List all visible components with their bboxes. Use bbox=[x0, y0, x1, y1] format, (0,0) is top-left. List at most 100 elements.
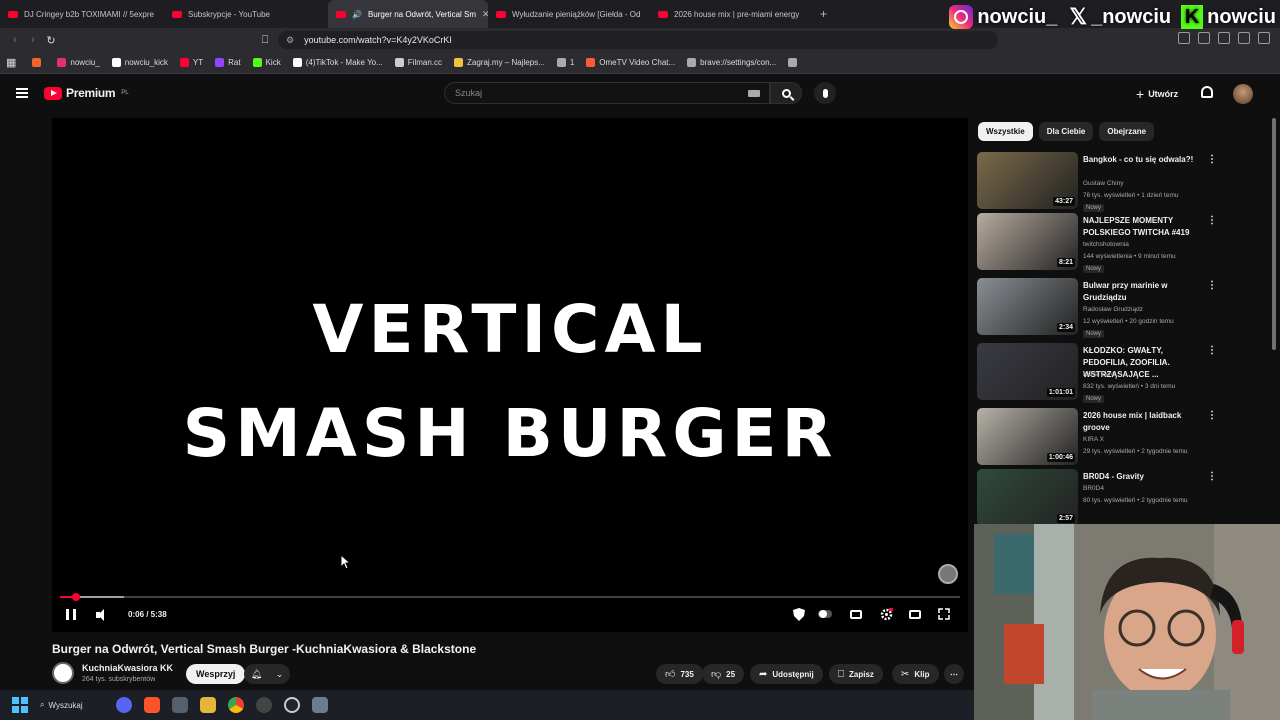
youtube-premium-logo[interactable]: Premium PL bbox=[44, 86, 129, 100]
recommended-video[interactable]: 1:01:01 KŁODZKO: GWAŁTY, PEDOFILIA, ZOOFI… bbox=[977, 343, 1217, 403]
brave-icon[interactable] bbox=[144, 697, 160, 713]
video-thumbnail[interactable]: 1:01:01 bbox=[977, 343, 1078, 400]
bookmark-item[interactable] bbox=[788, 58, 801, 67]
bookmark-item[interactable]: 1 bbox=[556, 58, 574, 67]
video-thumbnail[interactable]: 2:57 bbox=[977, 469, 1078, 526]
browser-tab-active[interactable]: 🔊 Burger na Odwrót, Vertical Sm ✕ bbox=[328, 0, 488, 28]
browser-tab[interactable]: DJ Cringey b2b TOXIMAMI // 5expre bbox=[0, 0, 164, 28]
recommended-title[interactable]: BR0D4 - Gravity bbox=[1083, 471, 1207, 483]
recommended-video[interactable]: 8:21 NAJLEPSZE MOMENTY POLSKIEGO TWITCHA … bbox=[977, 213, 1217, 273]
bookmark-item[interactable]: Filman.cc bbox=[394, 58, 442, 67]
dislike-button[interactable]: 👎︎ 25 bbox=[702, 664, 745, 684]
browser-tab[interactable]: 2026 house mix | pre-miami energy bbox=[650, 0, 812, 28]
reload-icon[interactable]: ↻ bbox=[42, 34, 60, 47]
recommended-channel[interactable]: Kanał Zero bbox=[1083, 371, 1115, 378]
apps-grid-icon[interactable]: ▦ bbox=[6, 56, 16, 69]
extension-icon[interactable] bbox=[1238, 32, 1250, 44]
recommended-channel[interactable]: twitchshotownia bbox=[1083, 241, 1129, 248]
extension-icon[interactable] bbox=[1218, 32, 1230, 44]
progress-scrubber[interactable] bbox=[72, 593, 81, 601]
menu-icon[interactable] bbox=[16, 88, 28, 98]
recommended-channel[interactable]: Radosław Grudziądz bbox=[1083, 306, 1143, 313]
more-vert-icon[interactable]: ⋮ bbox=[1207, 215, 1217, 226]
share-button[interactable]: ➦ Udostępnij bbox=[750, 664, 823, 684]
create-button[interactable]: + Utwórz bbox=[1136, 86, 1178, 102]
voice-search-icon[interactable] bbox=[814, 82, 836, 104]
progress-bar[interactable] bbox=[60, 596, 960, 598]
video-thumbnail[interactable]: 43:27 bbox=[977, 152, 1078, 209]
search-input[interactable]: Szukaj bbox=[444, 82, 770, 104]
bookmark-item[interactable]: Rat bbox=[215, 58, 241, 67]
fullscreen-icon[interactable] bbox=[937, 607, 951, 621]
more-vert-icon[interactable]: ⋮ bbox=[1207, 410, 1217, 421]
video-player[interactable]: VERTICAL SMASH BURGER 0:06 / 5:38 bbox=[52, 118, 968, 632]
search-button[interactable] bbox=[770, 82, 802, 104]
file-explorer-icon[interactable] bbox=[200, 697, 216, 713]
browser-tab[interactable]: Subskrypcje - YouTube bbox=[164, 0, 328, 28]
recommended-video[interactable]: 43:27 Bangkok - co tu się odwala?! Gustaw … bbox=[977, 152, 1217, 212]
more-vert-icon[interactable]: ⋮ bbox=[1207, 280, 1217, 291]
bookmark-item[interactable]: OmeTV Video Chat... bbox=[586, 58, 675, 67]
bookmark-item[interactable]: brave://settings/con... bbox=[687, 58, 776, 67]
extension-icon[interactable] bbox=[1198, 32, 1210, 44]
autoplay-toggle-icon[interactable] bbox=[818, 607, 832, 621]
channel-avatar[interactable] bbox=[52, 662, 74, 684]
recommended-video[interactable]: 2:34 Bulwar przy marinie w Grudziądzu Rado… bbox=[977, 278, 1217, 338]
pause-icon[interactable] bbox=[66, 609, 76, 620]
support-button[interactable]: Wesprzyj bbox=[186, 664, 246, 684]
more-vert-icon[interactable]: ⋮ bbox=[1207, 345, 1217, 356]
bookmark-item[interactable]: nowciu_ bbox=[57, 58, 100, 67]
recommended-channel[interactable]: Gustaw Chiny bbox=[1083, 180, 1123, 187]
channel-name[interactable]: KuchniaKwasiora KK bbox=[82, 663, 173, 673]
bookmark-item[interactable]: Zagraj.my – Najleps... bbox=[454, 58, 545, 67]
channel-watermark[interactable] bbox=[938, 564, 958, 584]
recommended-title[interactable]: Bangkok - co tu się odwala?! bbox=[1083, 154, 1207, 166]
recommended-title[interactable]: 2026 house mix | laidback groove bbox=[1083, 410, 1207, 434]
new-tab-button[interactable]: + bbox=[812, 7, 835, 21]
recommended-title[interactable]: Bulwar przy marinie w Grudziądzu bbox=[1083, 280, 1207, 304]
app-icon[interactable] bbox=[284, 697, 300, 713]
site-settings-icon[interactable]: ⚙ bbox=[286, 35, 294, 46]
address-bar[interactable]: ⚙ youtube.com/watch?v=K4y2VKoCrKI bbox=[278, 31, 998, 49]
video-thumbnail[interactable]: 8:21 bbox=[977, 213, 1078, 270]
app-icon[interactable] bbox=[172, 697, 188, 713]
chip-for-you[interactable]: Dla Ciebie bbox=[1038, 122, 1094, 141]
settings-icon[interactable] bbox=[312, 697, 328, 713]
bookmark-item[interactable]: (4)TikTok - Make Yo... bbox=[292, 58, 383, 67]
settings-icon[interactable] bbox=[879, 607, 893, 621]
bookmark-item[interactable] bbox=[32, 58, 45, 67]
browser-tab[interactable]: Wyłudzanie pieniążków [Giełda - Od bbox=[488, 0, 650, 28]
more-vert-icon[interactable]: ⋮ bbox=[1207, 154, 1217, 165]
chip-all[interactable]: Wszystkie bbox=[978, 122, 1033, 141]
recommended-video[interactable]: 2:57 BR0D4 - Gravity BR0D4 80 tys. wyświetl… bbox=[977, 469, 1217, 529]
discord-icon[interactable] bbox=[116, 697, 132, 713]
bookmark-icon[interactable]: ⎕ bbox=[256, 34, 274, 47]
theater-mode-icon[interactable] bbox=[908, 607, 922, 621]
subtitles-icon[interactable] bbox=[849, 607, 863, 621]
windows-start-icon[interactable] bbox=[12, 697, 28, 713]
more-actions-button[interactable]: ⋯ bbox=[944, 664, 964, 684]
video-thumbnail[interactable]: 1:00:46 bbox=[977, 408, 1078, 465]
chrome-icon[interactable] bbox=[228, 697, 244, 713]
notifications-icon[interactable] bbox=[1201, 86, 1213, 98]
more-vert-icon[interactable]: ⋮ bbox=[1207, 471, 1217, 482]
obs-icon[interactable] bbox=[256, 697, 272, 713]
keyboard-icon[interactable] bbox=[748, 90, 760, 97]
subscription-bell-button[interactable]: 🔔︎ ⌄ bbox=[244, 664, 290, 684]
bookmark-item[interactable]: nowciu_kick bbox=[111, 58, 168, 67]
volume-icon[interactable] bbox=[96, 609, 110, 621]
recommended-video[interactable]: 1:00:46 2026 house mix | laidback groove K… bbox=[977, 408, 1217, 468]
account-avatar[interactable] bbox=[1233, 84, 1253, 104]
recommended-channel[interactable]: BR0D4 bbox=[1083, 485, 1104, 492]
forward-icon[interactable]: › bbox=[24, 34, 42, 46]
video-thumbnail[interactable]: 2:34 bbox=[977, 278, 1078, 335]
sponsorblock-icon[interactable] bbox=[792, 607, 806, 621]
back-icon[interactable]: ‹ bbox=[6, 34, 24, 46]
recommended-channel[interactable]: KIRA X bbox=[1083, 436, 1104, 443]
extension-icon[interactable] bbox=[1178, 32, 1190, 44]
chip-watched[interactable]: Obejrzane bbox=[1099, 122, 1155, 141]
bookmark-item[interactable]: YT bbox=[179, 58, 203, 67]
like-button[interactable]: 👍︎ 735 bbox=[656, 664, 703, 684]
save-button[interactable]: ⎕ Zapisz bbox=[829, 664, 883, 684]
recommended-title[interactable]: NAJLEPSZE MOMENTY POLSKIEGO TWITCHA #419 bbox=[1083, 215, 1207, 239]
